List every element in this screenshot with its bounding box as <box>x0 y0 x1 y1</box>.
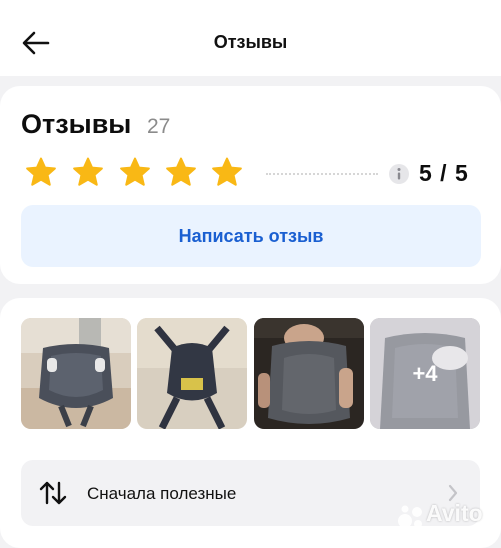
info-icon[interactable] <box>388 163 410 185</box>
watermark-text: Avito <box>426 500 483 526</box>
page-title: Отзывы <box>213 32 288 52</box>
more-photos-label: +4 <box>370 318 480 429</box>
write-review-button[interactable]: Написать отзыв <box>21 205 481 267</box>
avito-watermark: Avito <box>396 500 496 530</box>
sort-arrows-icon <box>39 480 67 506</box>
top-bar: Отзывы <box>0 0 501 76</box>
star-icon <box>212 157 242 186</box>
avito-logo-icon <box>398 505 422 528</box>
review-photo[interactable] <box>137 318 247 429</box>
rating-value: 5 / 5 <box>419 160 469 186</box>
rating-divider <box>266 173 378 175</box>
star-icon <box>166 157 196 186</box>
star-icon <box>73 157 103 186</box>
sort-label: Сначала полезные <box>87 484 237 503</box>
star-icon <box>26 157 56 186</box>
review-photo-more[interactable]: +4 <box>370 318 480 429</box>
reviews-heading: Отзывы <box>21 109 132 139</box>
reviews-count: 27 <box>147 115 171 138</box>
star-icon <box>120 157 150 186</box>
review-photo[interactable] <box>21 318 131 429</box>
review-photo[interactable] <box>254 318 364 429</box>
